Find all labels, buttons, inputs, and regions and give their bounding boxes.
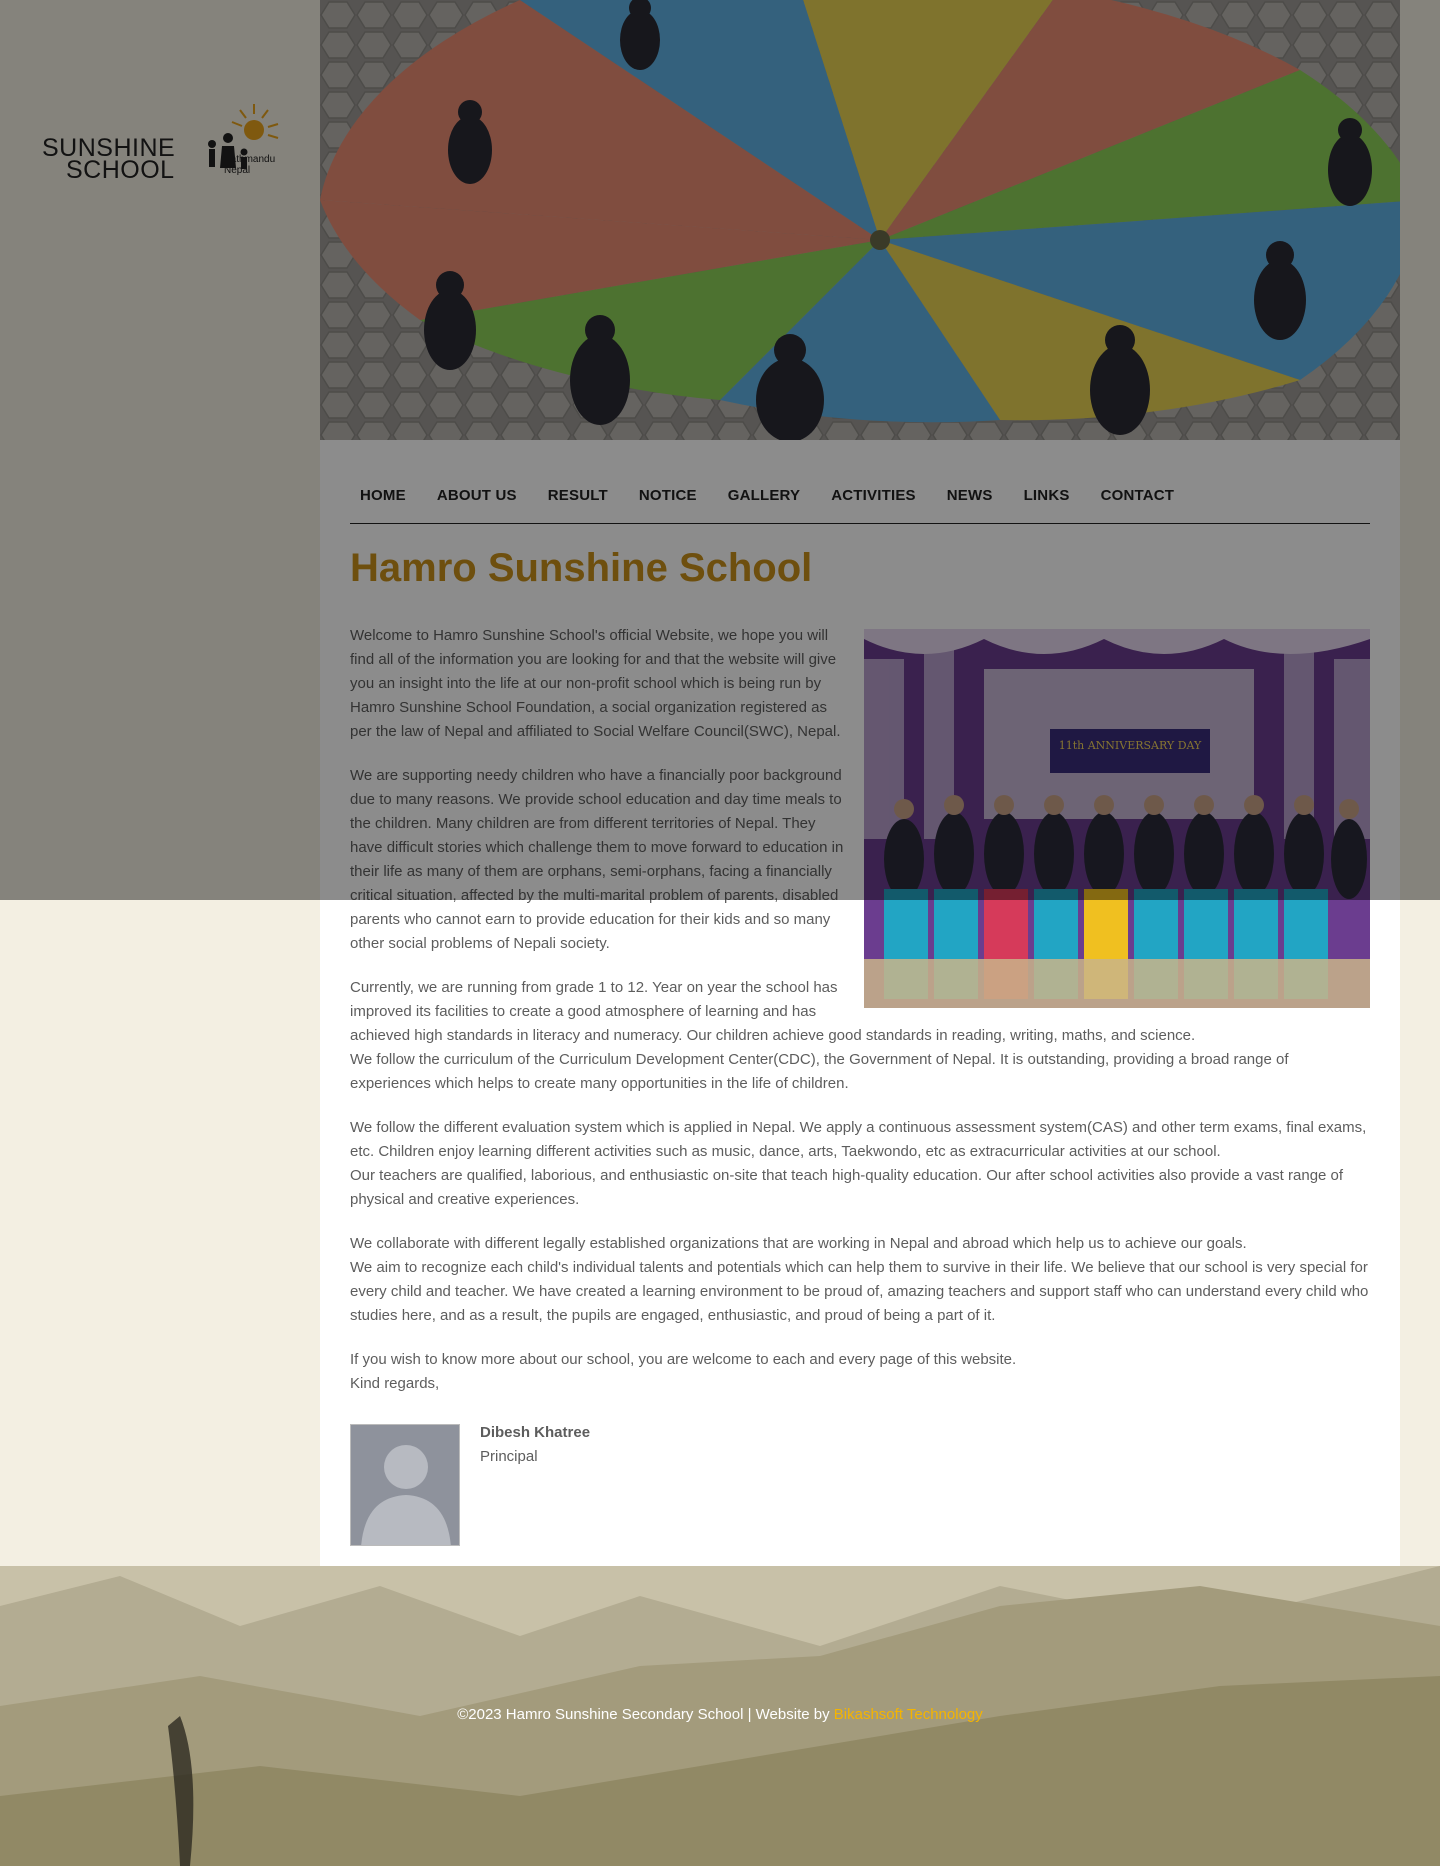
- logo-location-city: Kathmandu: [224, 154, 276, 165]
- paragraph: Welcome to Hamro Sunshine School's offic…: [350, 627, 841, 740]
- nav-result[interactable]: RESULT: [548, 487, 608, 504]
- welcome-text: Welcome to Hamro Sunshine School's offic…: [350, 624, 1370, 1396]
- hero-image: [320, 0, 1400, 440]
- main-nav: HOME ABOUT US RESULT NOTICE GALLERY ACTI…: [350, 468, 1370, 524]
- paragraph: We follow the curriculum of the Curricul…: [350, 1051, 1289, 1092]
- paragraph: We are supporting needy children who hav…: [350, 767, 844, 856]
- logo-location: Kathmandu Nepal: [224, 154, 275, 176]
- copyright-text: ©2023 Hamro Sunshine Secondary School | …: [0, 1706, 1440, 1723]
- principal-name: Dibesh Khatree: [480, 1424, 591, 1441]
- page-title: Hamro Sunshine School: [350, 546, 813, 590]
- logo-text-line2: SCHOOL: [66, 156, 175, 184]
- paragraph: We follow the different evaluation syste…: [350, 1119, 1367, 1160]
- nav-about-us[interactable]: ABOUT US: [437, 487, 517, 504]
- paragraph: achieved high standards in literacy and …: [350, 1027, 1196, 1044]
- paragraph: Our teachers are qualified, laborious, a…: [350, 1167, 1344, 1208]
- nav-gallery[interactable]: GALLERY: [728, 487, 801, 504]
- logo-location-country: Nepal: [224, 165, 251, 176]
- main-content: HOME ABOUT US RESULT NOTICE GALLERY ACTI…: [320, 0, 1400, 1566]
- school-logo[interactable]: SUNSHINE SCHOOL Kathmandu Nepal: [42, 98, 282, 184]
- copyright-label: ©2023 Hamro Sunshine Secondary School | …: [457, 1706, 830, 1723]
- nav-notice[interactable]: NOTICE: [639, 487, 697, 504]
- principal-role: Principal: [480, 1448, 538, 1465]
- nav-activities[interactable]: ACTIVITIES: [831, 487, 916, 504]
- paragraph: We aim to recognize each child's individ…: [350, 1259, 1369, 1324]
- avatar: [350, 1424, 460, 1546]
- nav-news[interactable]: NEWS: [947, 487, 993, 504]
- paragraph: We collaborate with different legally es…: [350, 1235, 1247, 1252]
- nav-contact[interactable]: CONTACT: [1101, 487, 1175, 504]
- paragraph: Currently, we are running from grade 1 t…: [350, 979, 838, 1020]
- nav-home[interactable]: HOME: [360, 487, 406, 504]
- principal-signature: Dibesh Khatree Principal: [350, 1424, 950, 1546]
- nav-links[interactable]: LINKS: [1024, 487, 1070, 504]
- sidebar: SUNSHINE SCHOOL Kathmandu Nepal: [0, 0, 320, 1566]
- paragraph: their life as many of them are orphans, …: [350, 863, 839, 952]
- person-placeholder-icon: [361, 1445, 451, 1545]
- paragraph: If you wish to know more about our schoo…: [350, 1351, 1017, 1368]
- closing-line: Kind regards,: [350, 1375, 440, 1392]
- credit-link[interactable]: Bikashsoft Technology: [834, 1706, 983, 1723]
